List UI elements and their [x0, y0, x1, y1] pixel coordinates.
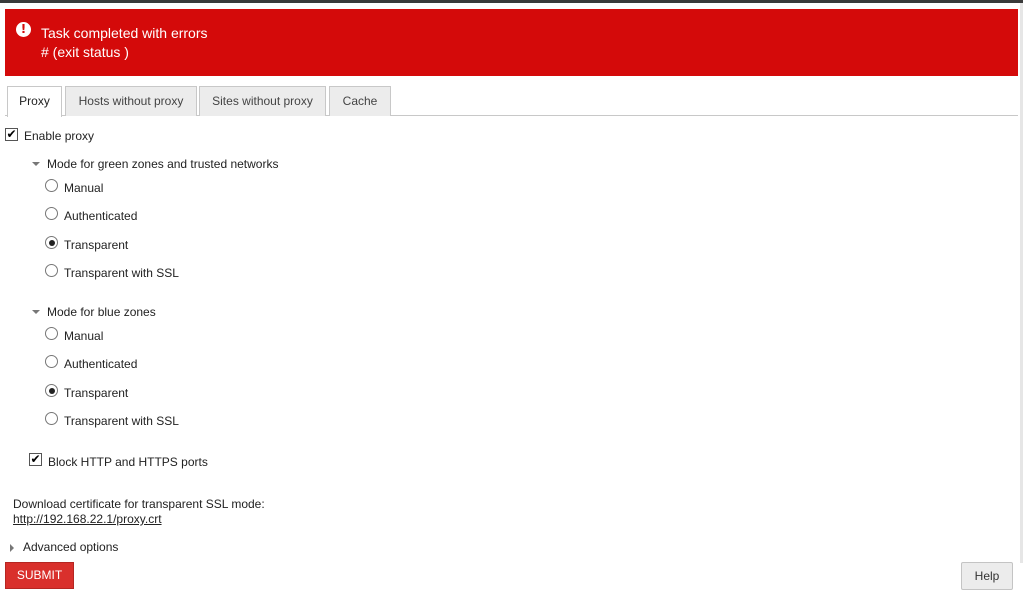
blue-label-transparent: Transparent — [64, 386, 129, 400]
blue-radio-transparent[interactable] — [45, 384, 58, 397]
green-radio-transparent-ssl[interactable] — [45, 264, 58, 277]
green-radio-authenticated[interactable] — [45, 207, 58, 220]
green-radio-manual[interactable] — [45, 179, 58, 192]
blue-radio-authenticated[interactable] — [45, 355, 58, 368]
blue-radio-manual[interactable] — [45, 327, 58, 340]
error-banner: ! Task completed with errors # (exit sta… — [5, 9, 1018, 76]
enable-proxy-checkbox[interactable]: ✔ — [5, 128, 18, 141]
green-label-authenticated: Authenticated — [64, 209, 138, 223]
tab-proxy[interactable]: Proxy — [7, 86, 62, 117]
submit-button[interactable]: SUBMIT — [5, 562, 74, 589]
exclamation-circle-icon: ! — [16, 22, 31, 37]
tab-sites-without-proxy[interactable]: Sites without proxy — [199, 86, 326, 116]
caret-down-icon[interactable] — [32, 162, 40, 166]
caret-down-icon[interactable] — [32, 310, 40, 314]
enable-proxy-label: Enable proxy — [24, 129, 95, 143]
tab-cache[interactable]: Cache — [329, 86, 391, 116]
green-radio-transparent[interactable] — [45, 236, 58, 249]
advanced-options-toggle[interactable]: Advanced options — [23, 540, 118, 554]
error-title: Task completed with errors — [41, 25, 208, 41]
certificate-text: Download certificate for transparent SSL… — [13, 497, 265, 511]
blue-mode-title[interactable]: Mode for blue zones — [47, 305, 156, 319]
block-ports-label: Block HTTP and HTTPS ports — [48, 455, 208, 469]
blue-radio-transparent-ssl[interactable] — [45, 412, 58, 425]
help-button[interactable]: Help — [961, 562, 1013, 590]
block-ports-checkbox[interactable]: ✔ — [29, 453, 42, 466]
blue-label-manual: Manual — [64, 329, 104, 343]
caret-right-icon[interactable] — [10, 544, 14, 552]
green-mode-title[interactable]: Mode for green zones and trusted network… — [47, 157, 278, 171]
tab-hosts-without-proxy[interactable]: Hosts without proxy — [65, 86, 197, 116]
certificate-link[interactable]: http://192.168.22.1/proxy.crt — [13, 512, 162, 526]
blue-label-authenticated: Authenticated — [64, 357, 138, 371]
green-label-transparent-ssl: Transparent with SSL — [64, 266, 179, 280]
blue-label-transparent-ssl: Transparent with SSL — [64, 414, 179, 428]
green-label-manual: Manual — [64, 181, 104, 195]
error-detail: # (exit status ) — [41, 44, 129, 60]
green-label-transparent: Transparent — [64, 238, 129, 252]
top-bar — [0, 0, 1023, 3]
